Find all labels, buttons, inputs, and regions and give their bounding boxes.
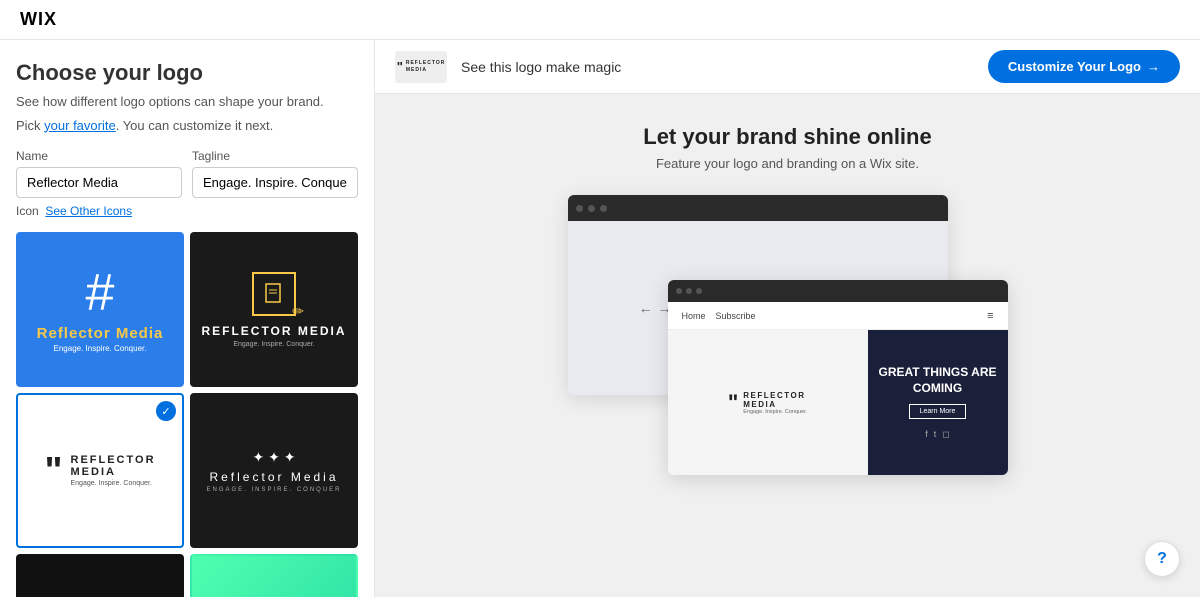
site-logo-area: " REFLECTORMEDIA Engage. Inspire. Conque… (728, 390, 807, 416)
hash-icon: # (86, 267, 115, 319)
preview-content: Let your brand shine online Feature your… (375, 94, 1200, 597)
tagline-label: Tagline (192, 149, 358, 163)
browser-bar (568, 195, 948, 221)
site-logo-quote: " (728, 390, 738, 416)
browser-dot-2 (588, 205, 595, 212)
promo-sub: Feature your logo and branding on a Wix … (656, 156, 919, 171)
card4-brand-tagline: ENGAGE. INSPIRE. CONQUER (206, 487, 341, 493)
site-nav-links: Home Subscribe (682, 311, 756, 321)
site-dot-1 (676, 288, 682, 294)
site-nav-home: Home (682, 311, 706, 321)
main-layout: Choose your logo See how different logo … (0, 40, 1200, 597)
arrow-right-icon: → (1147, 59, 1160, 74)
facebook-icon: f (925, 429, 928, 440)
logo-card-white-quote[interactable]: ✓ " REFLECTORMEDIA Engage. Inspire. Conq… (16, 393, 184, 548)
back-icon: ← (639, 300, 653, 317)
coming-soon-text: GREAT THINGS ARE COMING (878, 365, 998, 396)
social-icons: f t ◻ (925, 429, 950, 440)
preview-header: " REFLECTORMEDIA See this logo make magi… (375, 40, 1200, 94)
logo-card-teal[interactable] (190, 554, 358, 597)
wix-logo: WIX (20, 9, 57, 30)
preview-quote-icon: " (397, 59, 403, 74)
logo-grid: # Reflector Media Engage. Inspire. Conqu… (16, 232, 358, 597)
card3-brand-tagline: Engage. Inspire. Conquer. (71, 480, 156, 487)
instagram-icon: ◻ (942, 429, 949, 440)
right-panel: " REFLECTORMEDIA See this logo make magi… (375, 40, 1200, 597)
site-dot-2 (686, 288, 692, 294)
site-body-right: GREAT THINGS ARE COMING Learn More f t ◻ (868, 330, 1008, 475)
top-bar: WIX (0, 0, 1200, 40)
preview-logo-thumb: " REFLECTORMEDIA (395, 51, 447, 83)
selected-check-badge: ✓ (156, 401, 176, 421)
site-mockup: Home Subscribe ≡ " REFLECTORMEDIA Engage… (668, 280, 1008, 475)
ornament-icon: ✦ ✦ ✦ (253, 449, 296, 466)
logo-card-dark-yellow[interactable]: ✏ REFLECTOR MEDIA Engage. Inspire. Conqu… (190, 232, 358, 387)
hamburger-icon: ≡ (987, 310, 993, 322)
card2-brand-tagline: Engage. Inspire. Conquer. (233, 341, 314, 348)
site-bar (668, 280, 1008, 302)
site-dot-3 (696, 288, 702, 294)
site-body-left: " REFLECTORMEDIA Engage. Inspire. Conque… (668, 330, 868, 475)
choose-title: Choose your logo (16, 60, 358, 86)
choose-subtitle1: See how different logo options can shape… (16, 92, 358, 112)
site-nav: Home Subscribe ≡ (668, 302, 1008, 330)
see-other-icons-link[interactable]: See Other Icons (45, 204, 132, 218)
help-button[interactable]: ? (1144, 541, 1180, 577)
twitter-icon: t (934, 429, 937, 440)
browser-mockup: ← → ↺ www.yourbrand.com → (568, 195, 1008, 475)
name-field-group: Name (16, 149, 182, 198)
site-body: " REFLECTORMEDIA Engage. Inspire. Conque… (668, 330, 1008, 475)
card1-brand-tagline: Engage. Inspire. Conquer. (54, 344, 147, 353)
icon-row: Icon See Other Icons (16, 204, 358, 218)
site-nav-subscribe: Subscribe (716, 311, 756, 321)
site-logo-text: REFLECTORMEDIA Engage. Inspire. Conquer. (743, 391, 807, 415)
fields-row: Name Tagline (16, 149, 358, 198)
promo-title: Let your brand shine online (643, 124, 931, 150)
card1-brand-name: Reflector Media (37, 325, 164, 342)
browser-dot-1 (576, 205, 583, 212)
left-panel: Choose your logo See how different logo … (0, 40, 375, 597)
your-favorite-link[interactable]: your favorite (44, 118, 116, 133)
tagline-field-group: Tagline (192, 149, 358, 198)
tagline-input[interactable] (192, 167, 358, 198)
card3-brand-name: REFLECTORMEDIA (71, 454, 156, 478)
browser-dot-3 (600, 205, 607, 212)
preview-header-text: See this logo make magic (461, 59, 974, 75)
card3-brand-block: REFLECTORMEDIA Engage. Inspire. Conquer. (71, 454, 156, 487)
card2-brand-name: REFLECTOR MEDIA (201, 324, 346, 338)
name-label: Name (16, 149, 182, 163)
card4-brand-name: Reflector Media (209, 470, 338, 484)
preview-logo-text: REFLECTORMEDIA (406, 60, 445, 73)
customize-logo-button[interactable]: Customize Your Logo → (988, 50, 1180, 83)
choose-subtitle2: Pick your favorite. You can customize it… (16, 116, 358, 136)
logo-card-dark-solid[interactable] (16, 554, 184, 597)
learn-more-button[interactable]: Learn More (909, 404, 967, 419)
name-input[interactable] (16, 167, 182, 198)
doc-icon: ✏ (252, 272, 296, 316)
quote-icon: " (44, 452, 62, 490)
logo-card-blue[interactable]: # Reflector Media Engage. Inspire. Conqu… (16, 232, 184, 387)
logo-card-dark-serif[interactable]: ✦ ✦ ✦ Reflector Media ENGAGE. INSPIRE. C… (190, 393, 358, 548)
